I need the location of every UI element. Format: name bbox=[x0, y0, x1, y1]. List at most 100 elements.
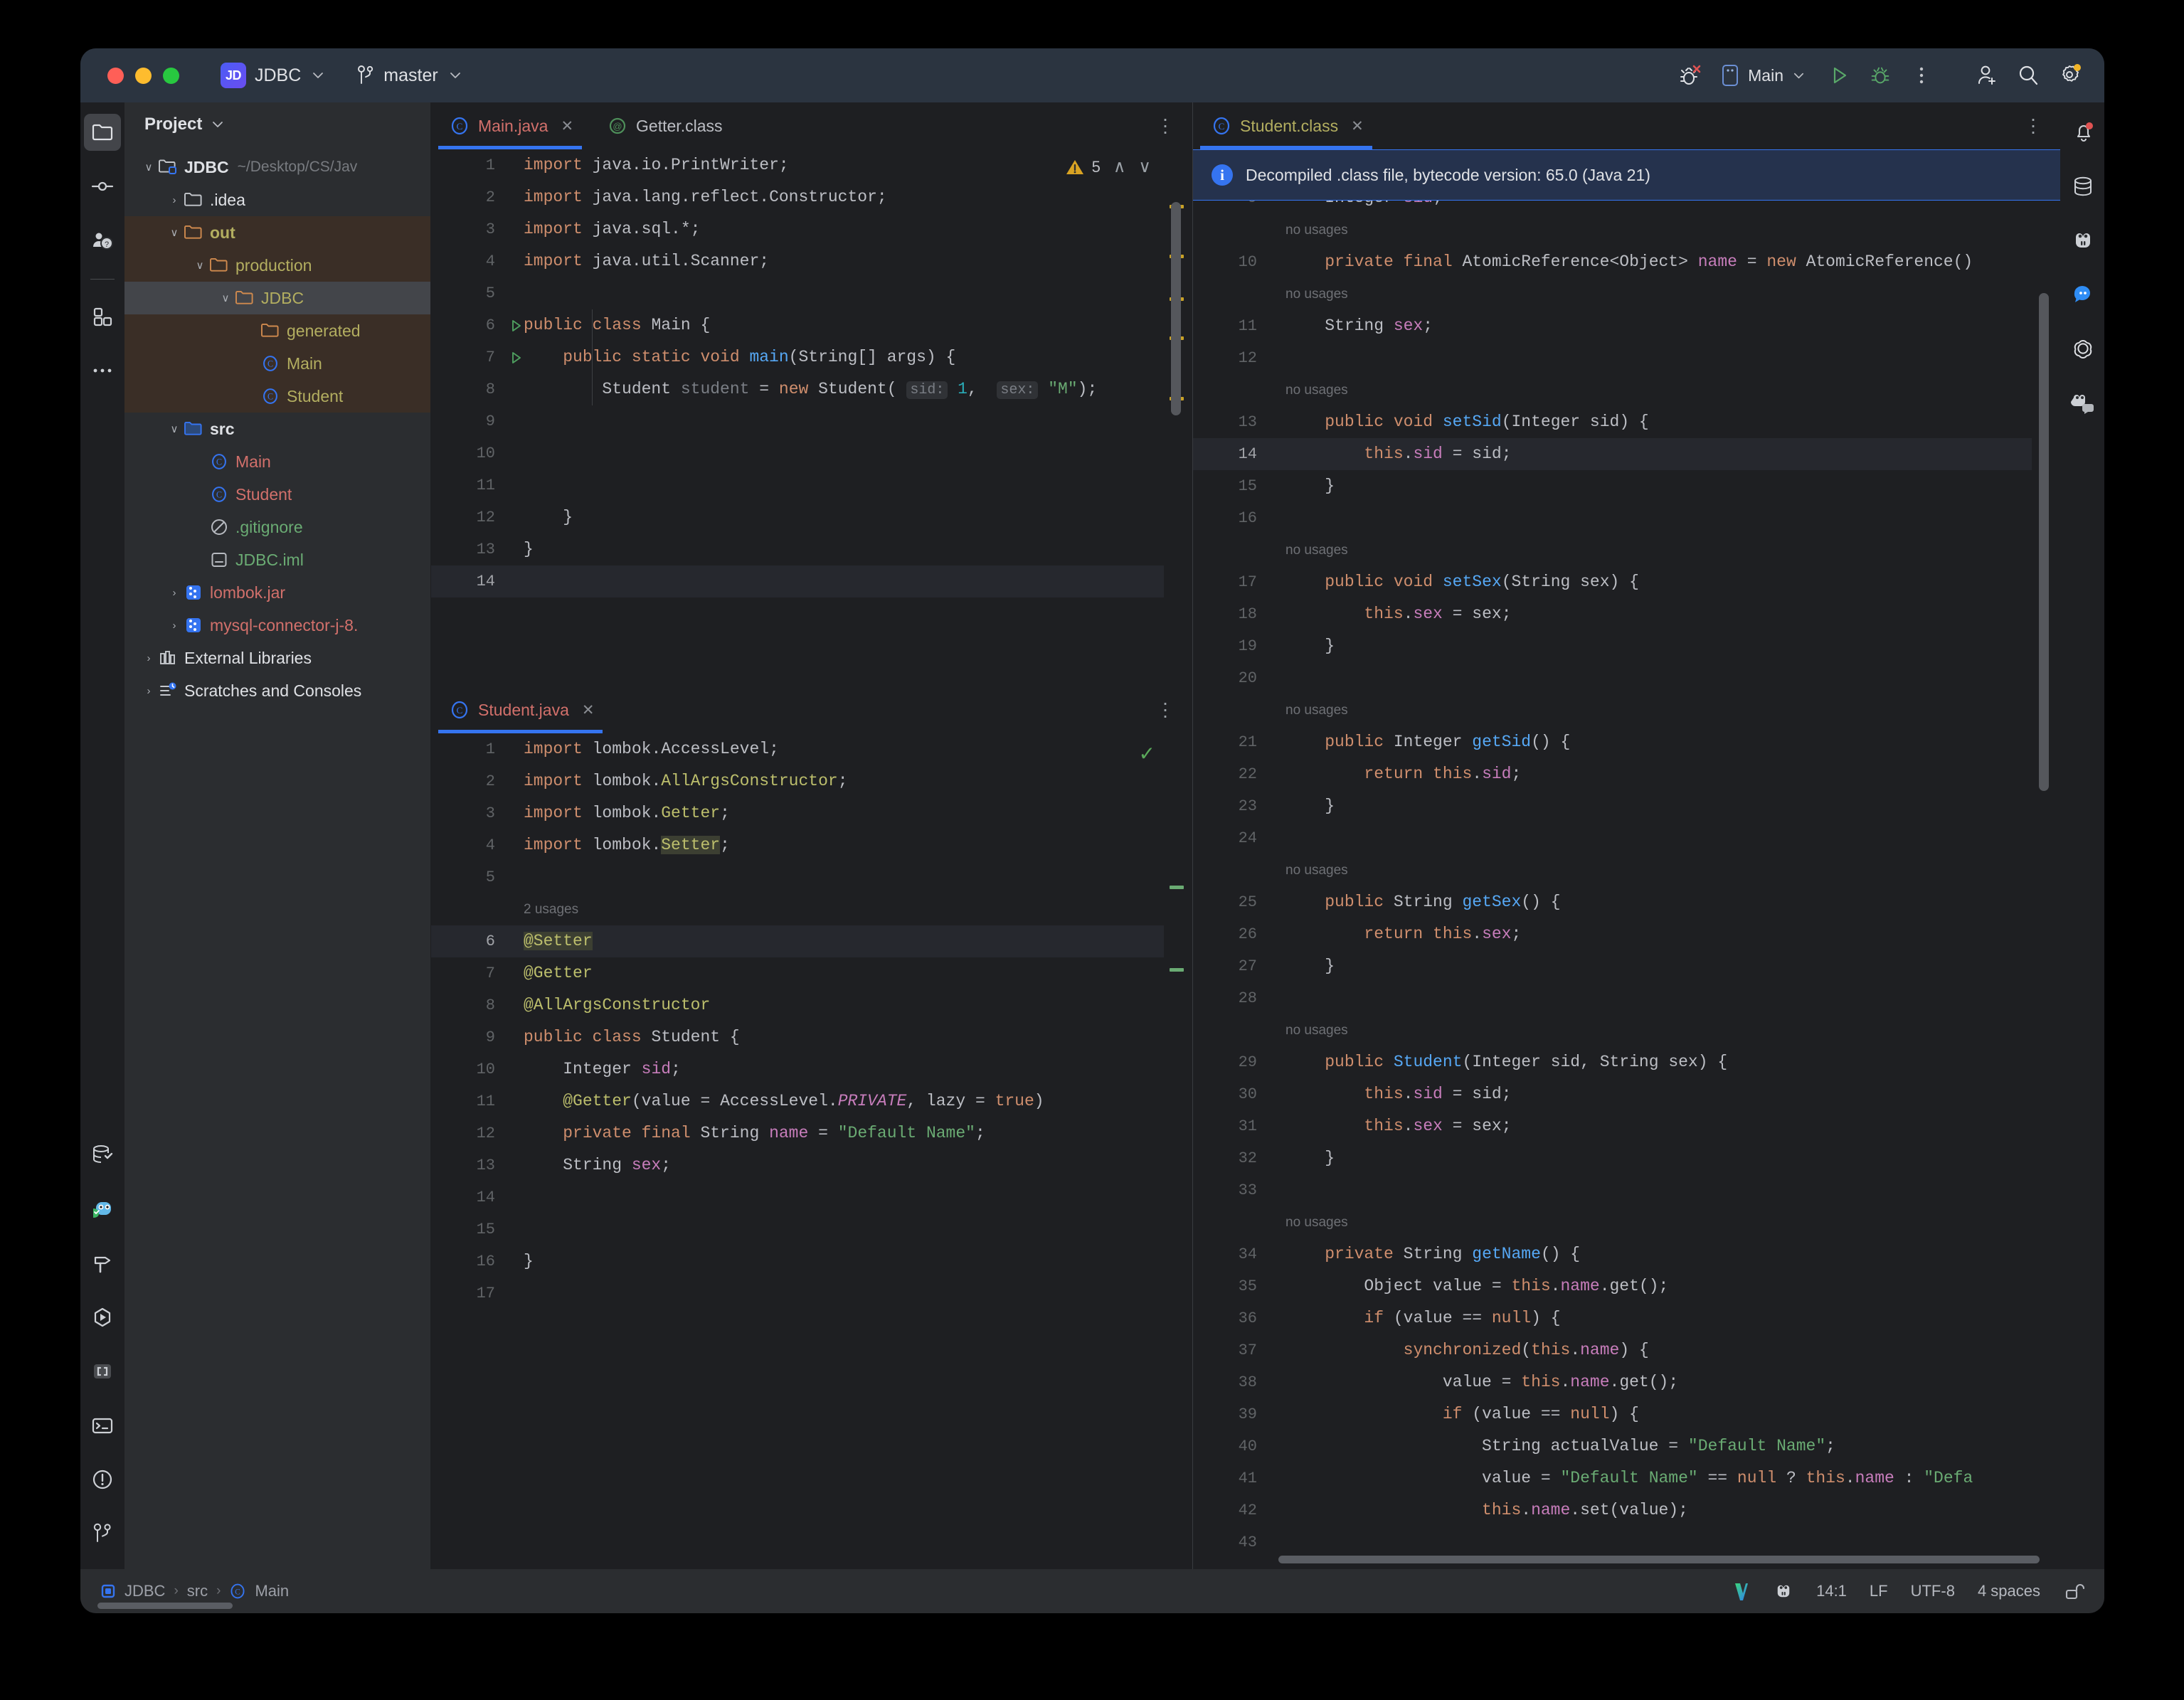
gutter-line[interactable]: 10 bbox=[431, 437, 508, 469]
tab-student-java[interactable]: C Student.java ✕ bbox=[431, 686, 610, 733]
code-line[interactable] bbox=[1286, 342, 2032, 374]
gutter-line[interactable]: 38 bbox=[1193, 1366, 1270, 1398]
run-configuration-selector[interactable]: Main bbox=[1711, 59, 1814, 92]
gutter-line[interactable]: 1 bbox=[431, 733, 508, 765]
tree-node-student[interactable]: CStudent bbox=[124, 380, 430, 413]
gutter-line[interactable] bbox=[1193, 214, 1270, 246]
sidebar-item-commit[interactable] bbox=[84, 168, 121, 205]
gutter-line[interactable]: 42 bbox=[1193, 1494, 1270, 1526]
usage-hint[interactable]: no usages bbox=[1286, 214, 2032, 246]
code-line[interactable]: Object value = this.name.get(); bbox=[1286, 1270, 2032, 1302]
gutter-line[interactable]: 13 bbox=[1193, 406, 1270, 438]
gutter-line[interactable]: 16 bbox=[431, 1245, 508, 1277]
window-controls[interactable] bbox=[107, 68, 179, 84]
code-line[interactable]: if (value == null) { bbox=[1286, 1398, 2032, 1430]
gutter-student-java[interactable]: 1234567891011121314151617 bbox=[431, 733, 508, 1569]
error-stripe-top[interactable] bbox=[1164, 149, 1192, 686]
ai-status-widget[interactable] bbox=[1774, 1581, 1793, 1601]
code-line[interactable]: import lombok.Getter; bbox=[524, 797, 1164, 829]
code-line[interactable]: public class Student { bbox=[524, 1021, 1164, 1053]
editor-vscrollbar[interactable] bbox=[2039, 293, 2049, 791]
gutter-line[interactable]: 22 bbox=[1193, 758, 1270, 790]
branch-selector[interactable]: master bbox=[356, 65, 462, 86]
tree-node-jdbc[interactable]: ∨JDBC~/Desktop/CS/Jav bbox=[124, 151, 430, 184]
gutter-line[interactable]: 12 bbox=[431, 1117, 508, 1149]
tree-node-gitignore[interactable]: .gitignore bbox=[124, 511, 430, 543]
gutter-line[interactable]: 12 bbox=[1193, 342, 1270, 374]
gutter-line[interactable]: 13 bbox=[431, 533, 508, 565]
readonly-toggle-widget[interactable] bbox=[2063, 1581, 2084, 1602]
gutter-line[interactable]: 21 bbox=[1193, 726, 1270, 758]
code-line[interactable]: import java.util.Scanner; bbox=[524, 245, 1164, 277]
breadcrumb-item-module[interactable]: JDBC bbox=[124, 1582, 165, 1600]
usage-hint[interactable]: no usages bbox=[1286, 1014, 2032, 1046]
code-line[interactable]: } bbox=[1286, 630, 2032, 662]
sidebar-item-chat[interactable] bbox=[2064, 276, 2101, 313]
sidebar-item-more-tool-windows[interactable] bbox=[84, 352, 121, 389]
chevron-right-icon[interactable]: › bbox=[140, 685, 157, 697]
sidebar-item-structure[interactable] bbox=[84, 298, 121, 335]
close-icon[interactable]: ✕ bbox=[1351, 117, 1364, 135]
tree-node-idea[interactable]: ›.idea bbox=[124, 184, 430, 216]
gutter-line[interactable] bbox=[1193, 694, 1270, 726]
tab-getter-class[interactable]: @ Getter.class bbox=[589, 102, 738, 149]
gutter-line[interactable]: 25 bbox=[1193, 886, 1270, 918]
gutter-line[interactable]: 11 bbox=[431, 1085, 508, 1117]
code-line[interactable] bbox=[1286, 822, 2032, 854]
gutter-line[interactable]: 9 bbox=[431, 1021, 508, 1053]
code-line[interactable]: public String getSex() { bbox=[1286, 886, 2032, 918]
sidebar-item-run[interactable] bbox=[84, 1299, 121, 1336]
gutter-line[interactable]: 31 bbox=[1193, 1110, 1270, 1142]
gutter-line[interactable]: 3 bbox=[431, 213, 508, 245]
tree-node-generated[interactable]: generated bbox=[124, 314, 430, 347]
run-button[interactable] bbox=[1818, 55, 1860, 96]
code-line[interactable]: this.sex = sex; bbox=[1286, 598, 2032, 630]
code-line[interactable]: public Student(Integer sid, String sex) … bbox=[1286, 1046, 2032, 1078]
code-line[interactable]: if (value == null) { bbox=[1286, 1302, 2032, 1334]
code-line[interactable]: @Getter bbox=[524, 957, 1164, 989]
gutter-line[interactable]: 12 bbox=[431, 501, 508, 533]
gutter-line[interactable]: 3 bbox=[431, 797, 508, 829]
code-line[interactable]: return this.sid; bbox=[1286, 758, 2032, 790]
gutter-line[interactable]: 23 bbox=[1193, 790, 1270, 822]
code-line[interactable]: String sex; bbox=[1286, 310, 2032, 342]
usage-hint[interactable]: no usages bbox=[1286, 278, 2032, 310]
gutter-line[interactable]: 29 bbox=[1193, 1046, 1270, 1078]
gutter-line[interactable]: 18 bbox=[1193, 598, 1270, 630]
sidebar-item-openai[interactable] bbox=[2064, 330, 2101, 367]
gutter-line[interactable] bbox=[1193, 1206, 1270, 1238]
code-line[interactable]: } bbox=[1286, 1142, 2032, 1174]
tree-node-student[interactable]: CStudent bbox=[124, 478, 430, 511]
sidebar-item-code-with-me[interactable] bbox=[84, 1353, 121, 1390]
gutter-line[interactable]: 19 bbox=[1193, 630, 1270, 662]
gutter-line[interactable]: 5 bbox=[431, 277, 508, 309]
gutter-line[interactable]: 6 bbox=[431, 925, 508, 957]
gutter-line[interactable]: 39 bbox=[1193, 1398, 1270, 1430]
code-line[interactable]: @AllArgsConstructor bbox=[524, 989, 1164, 1021]
gutter-line[interactable]: 35 bbox=[1193, 1270, 1270, 1302]
code-line[interactable] bbox=[508, 565, 1164, 597]
chevron-down-icon[interactable]: ∨ bbox=[166, 423, 183, 435]
tab-main-java[interactable]: C Main.java ✕ bbox=[431, 102, 589, 149]
sidebar-item-qodana[interactable] bbox=[84, 1191, 121, 1228]
code-line[interactable]: import java.sql.*; bbox=[524, 213, 1164, 245]
gutter-line[interactable]: 33 bbox=[1193, 1174, 1270, 1206]
chevron-right-icon[interactable]: › bbox=[166, 587, 183, 599]
chevron-right-icon[interactable]: › bbox=[140, 652, 157, 664]
code-line[interactable]: synchronized(this.name) { bbox=[1286, 1334, 2032, 1366]
gutter-line[interactable]: 7 bbox=[431, 341, 508, 373]
gutter-line[interactable]: 15 bbox=[1193, 470, 1270, 502]
editor-student-java[interactable]: 1234567891011121314151617 import lombok.… bbox=[431, 733, 1192, 1569]
chevron-down-icon[interactable]: ∨ bbox=[166, 226, 183, 239]
sidebar-item-terminal[interactable] bbox=[84, 1407, 121, 1444]
gutter-line[interactable]: 17 bbox=[431, 1277, 508, 1309]
gutter-line[interactable]: 5 bbox=[431, 861, 508, 893]
sidebar-item-notifications[interactable] bbox=[2064, 114, 2101, 151]
maximize-window-button[interactable] bbox=[163, 68, 179, 84]
code-line[interactable]: public void setSex(String sex) { bbox=[1286, 566, 2032, 598]
chevron-right-icon[interactable]: › bbox=[166, 194, 183, 206]
code-line[interactable]: import lombok.AccessLevel; bbox=[524, 733, 1164, 765]
code-line[interactable]: public static void main(String[] args) { bbox=[524, 341, 1164, 373]
usage-hint[interactable]: no usages bbox=[1286, 534, 2032, 566]
gutter-line[interactable]: 10 bbox=[1193, 246, 1270, 278]
